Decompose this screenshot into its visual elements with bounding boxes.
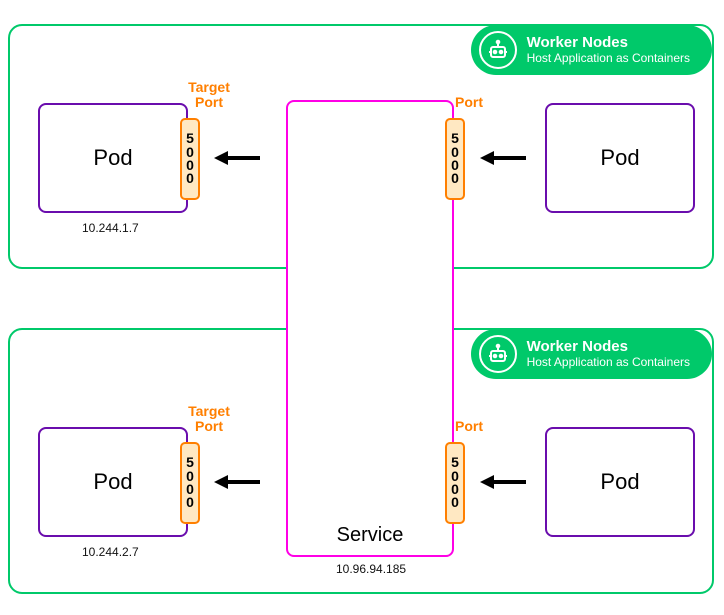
port-title-bottom: Port (455, 419, 483, 434)
arrow-right-bottom (480, 472, 526, 492)
worker-badge-title: Worker Nodes (527, 34, 690, 51)
pod-ip-bottom-left: 10.244.2.7 (82, 545, 139, 559)
worker-badge-subtitle: Host Application as Containers (527, 356, 690, 370)
port-digit: 0 (451, 172, 459, 185)
pod-label: Pod (600, 469, 639, 495)
pod-top-left: Pod (38, 103, 188, 213)
worker-badge-top: Worker Nodes Host Application as Contain… (471, 25, 712, 75)
service-label: Service (337, 524, 404, 547)
arrow-right-top (480, 148, 526, 168)
port-box-top: 5 0 0 0 (445, 118, 465, 200)
worker-badge-subtitle: Host Application as Containers (527, 52, 690, 66)
robot-icon (479, 335, 517, 373)
port-box-bottom: 5 0 0 0 (445, 442, 465, 524)
worker-badge-bottom: Worker Nodes Host Application as Contain… (471, 329, 712, 379)
service-ip: 10.96.94.185 (336, 562, 406, 576)
target-port-title-top: Target Port (183, 80, 235, 111)
arrow-left-bottom (214, 472, 260, 492)
pod-bottom-right: Pod (545, 427, 695, 537)
robot-icon (479, 31, 517, 69)
service-box: Service (286, 100, 454, 557)
pod-label: Pod (93, 145, 132, 171)
pod-label: Pod (600, 145, 639, 171)
target-port-title-bottom: Target Port (183, 404, 235, 435)
arrow-left-top (214, 148, 260, 168)
target-port-box-bottom: 5 0 0 0 (180, 442, 200, 524)
port-title-top: Port (455, 95, 483, 110)
port-digit: 0 (186, 496, 194, 509)
port-digit: 0 (186, 172, 194, 185)
pod-ip-top-left: 10.244.1.7 (82, 221, 139, 235)
port-digit: 0 (451, 496, 459, 509)
pod-top-right: Pod (545, 103, 695, 213)
pod-bottom-left: Pod (38, 427, 188, 537)
pod-label: Pod (93, 469, 132, 495)
target-port-box-top: 5 0 0 0 (180, 118, 200, 200)
worker-badge-title: Worker Nodes (527, 338, 690, 355)
